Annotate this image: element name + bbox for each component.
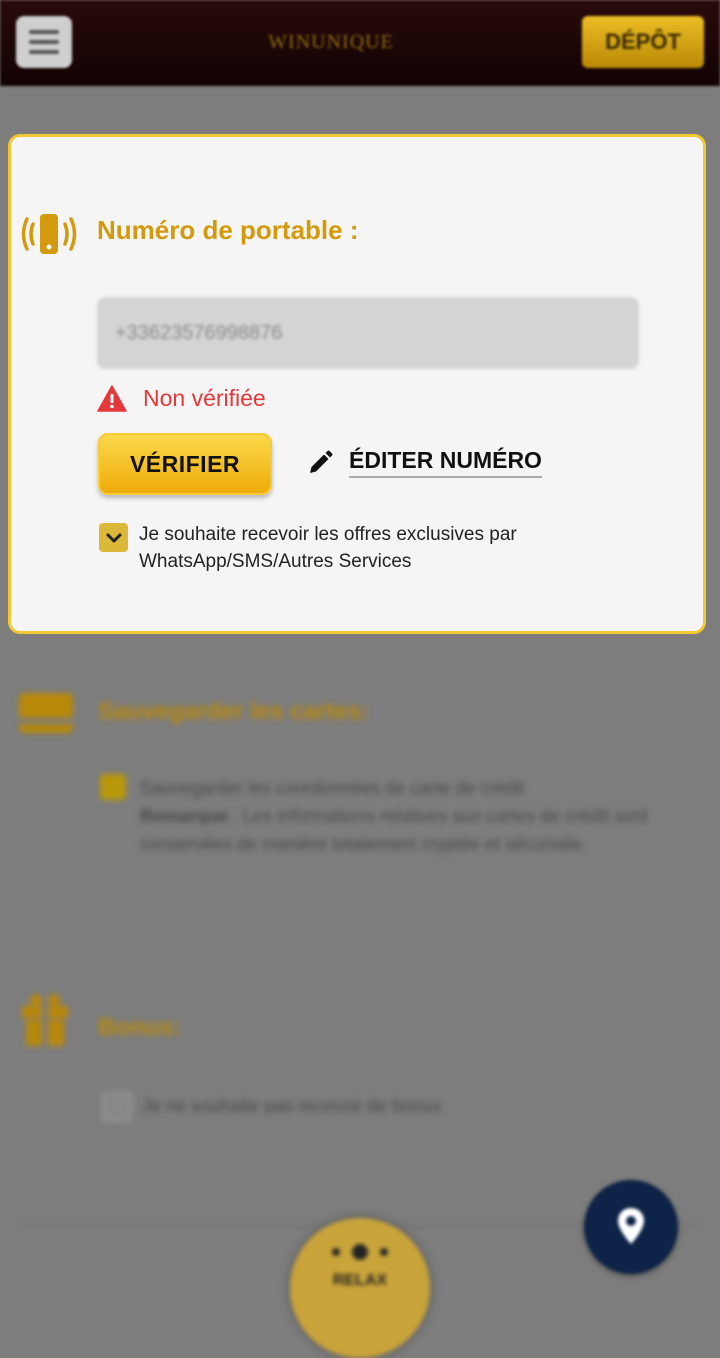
save-cards-checkbox[interactable]: [100, 774, 126, 800]
relax-button[interactable]: RELAX: [290, 1218, 430, 1358]
save-cards-title: Sauvegarder les cartes:: [98, 698, 369, 725]
deposit-button[interactable]: DÉPÔT: [582, 16, 704, 68]
offers-opt-in-checkbox[interactable]: [99, 523, 128, 552]
chevron-down-icon: [106, 533, 121, 542]
pencil-icon: [310, 450, 333, 473]
modal-title: Numéro de portable :: [97, 215, 359, 245]
warning-icon: [97, 384, 127, 412]
offers-opt-in-label: Je souhaite recevoir les offres exclusiv…: [139, 524, 517, 572]
phone-number-input[interactable]: [97, 297, 639, 369]
brand-logo[interactable]: WINUNIQUE: [246, 22, 416, 70]
save-cards-description: Sauvegarder les coordonnées de carte de …: [140, 778, 649, 854]
gift-icon: [22, 994, 68, 1046]
status-text: Non vérifiée: [143, 384, 266, 411]
no-bonus-label: Je ne souhaite pas recevoir de bonus: [142, 1096, 442, 1116]
top-header: WINUNIQUE DÉPÔT: [0, 0, 720, 86]
vibrating-phone-icon: [21, 214, 77, 254]
phone-verification-modal: Numéro de portable : Non vérifiée VÉRIFI…: [8, 134, 706, 634]
chat-button[interactable]: [584, 1180, 678, 1274]
verification-status: Non vérifiée: [97, 381, 266, 415]
verify-button[interactable]: VÉRIFIER: [98, 433, 272, 495]
hamburger-menu-button[interactable]: [16, 16, 72, 68]
no-bonus-checkbox[interactable]: [102, 1092, 132, 1122]
edit-number-link[interactable]: ÉDITER NUMÉRO: [307, 447, 542, 478]
relax-label: RELAX: [332, 1272, 388, 1289]
edit-number-label: ÉDITER NUMÉRO: [349, 447, 542, 478]
location-pin-icon: [618, 1208, 644, 1244]
credit-card-icon: [19, 693, 73, 733]
bonus-title: Bonus:: [98, 1014, 181, 1041]
